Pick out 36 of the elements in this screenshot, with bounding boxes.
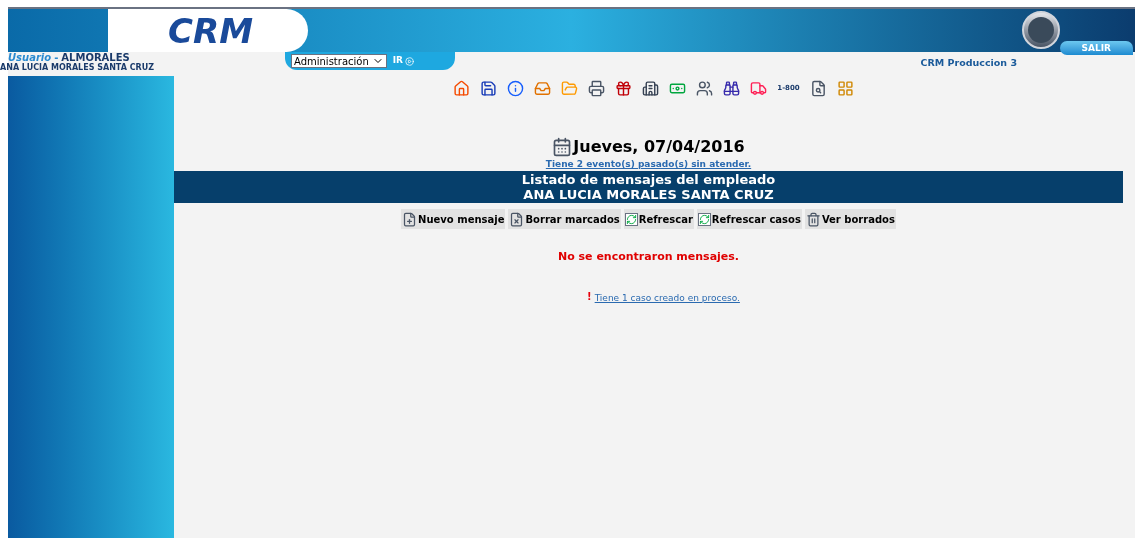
info-icon[interactable] [507, 80, 525, 97]
empty-message: No se encontraron mensajes. [557, 249, 740, 265]
building-icon[interactable] [642, 80, 660, 97]
gift-icon[interactable] [615, 80, 633, 97]
users-icon[interactable] [696, 80, 714, 97]
file-search-icon[interactable] [809, 80, 827, 97]
cases-link[interactable]: Tiene 1 caso creado en proceso. [594, 291, 740, 305]
document-x-icon [509, 211, 525, 227]
events-link[interactable]: Tiene 2 evento(s) pasado(s) sin atender. [545, 159, 752, 170]
binoculars-icon[interactable] [723, 80, 741, 97]
current-date: Jueves, 07/04/2016 [573, 136, 745, 158]
crm-logo: CRM [168, 13, 253, 48]
user-full-name: ANA LUCIA MORALES SANTA CRUZ [0, 63, 155, 73]
action-button[interactable]: Nuevo mensaje [401, 209, 506, 229]
action-button[interactable]: Refrescar casos [696, 209, 802, 229]
module-select[interactable]: Administración [291, 54, 387, 68]
calendar-icon [552, 137, 573, 157]
user-label: Usuario [8, 53, 52, 63]
environment-label: CRM Produccion 3 [920, 56, 1017, 70]
printer-icon[interactable] [588, 80, 606, 97]
separator: - [54, 53, 59, 63]
save-icon[interactable] [480, 80, 498, 97]
new-document-icon [402, 211, 418, 227]
truck-icon[interactable] [750, 80, 768, 97]
refresh-icon [697, 212, 711, 226]
action-button[interactable]: Ver borrados [804, 209, 896, 229]
action-button[interactable]: Borrar marcados [508, 209, 621, 229]
user-login: ALMORALES [61, 53, 130, 63]
trash-icon [805, 211, 821, 227]
banner-employee: ANA LUCIA MORALES SANTA CRUZ [523, 187, 774, 202]
alert-icon: ! [587, 291, 592, 302]
action-button[interactable]: Refrescar [623, 209, 694, 229]
refresh-icon [624, 212, 638, 226]
inbox-icon[interactable] [534, 80, 552, 97]
banner-title: Listado de mensajes del empleado [521, 172, 776, 187]
home-icon[interactable] [453, 80, 471, 97]
